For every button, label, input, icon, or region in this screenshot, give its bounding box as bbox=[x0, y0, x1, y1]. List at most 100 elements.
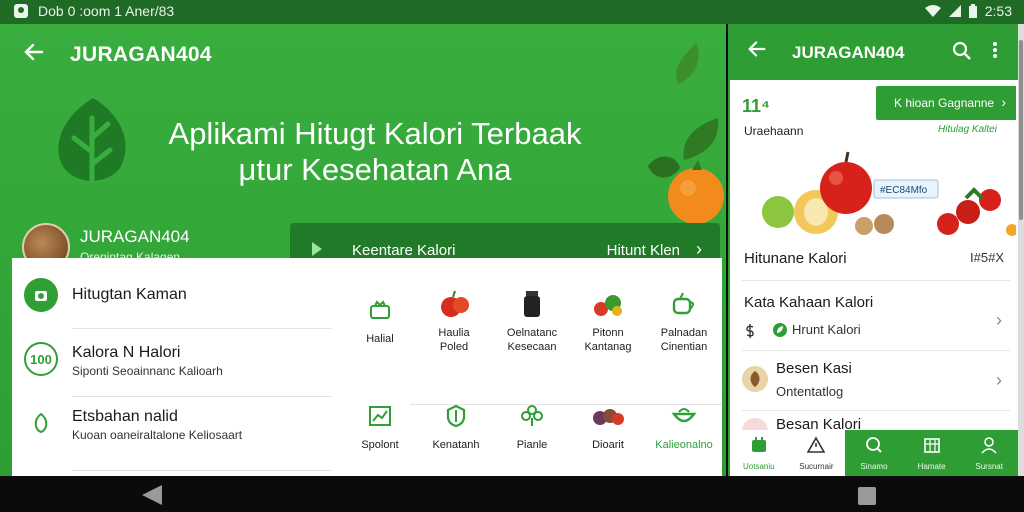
content-card: Hitugtan Kaman 100 Kalora N Halori Sipon… bbox=[12, 258, 722, 476]
chevron-right-icon: › bbox=[1001, 94, 1006, 110]
row-title: Kata Kahaan Kalori bbox=[744, 294, 874, 311]
list-item-title: Hitugtan Kaman bbox=[72, 286, 187, 303]
jar-icon bbox=[524, 291, 540, 317]
search-icon bbox=[866, 437, 882, 453]
row-title: Besen Kasi bbox=[776, 360, 852, 377]
feature-list: Hitugtan Kaman 100 Kalora N Halori Sipon… bbox=[12, 258, 342, 476]
category-haulia[interactable]: Haulia Poled bbox=[416, 286, 492, 366]
nav-label: Hamate bbox=[917, 462, 946, 471]
scale-icon bbox=[24, 278, 58, 312]
hero-line-1: Aplikami Hitugt Kalori Terbaak bbox=[168, 116, 582, 151]
more-menu-button[interactable] bbox=[992, 40, 998, 62]
status-time: 2:53 bbox=[984, 3, 1012, 19]
nav-label: Sinamo bbox=[860, 462, 888, 471]
category-kalieonalno[interactable]: Kalieonalno bbox=[646, 398, 722, 478]
signal-icon bbox=[948, 5, 961, 17]
list-item-etsbahan[interactable]: Etsbahan nalid Kuoan oaneiraltalone Keli… bbox=[22, 404, 342, 460]
divider bbox=[72, 328, 332, 329]
nav-label: Sursnat bbox=[975, 462, 1003, 471]
chart-icon bbox=[369, 406, 391, 426]
category-label: Kenatanh bbox=[432, 439, 480, 451]
chip-label: K hioan Gagnanne bbox=[894, 96, 995, 110]
category-label: Oelnatanc Kesecaan bbox=[506, 327, 558, 353]
nav-item-sinamo[interactable]: Sinamo bbox=[845, 430, 903, 476]
apple-icon bbox=[441, 290, 469, 317]
divider bbox=[72, 396, 332, 397]
list-item-kalora[interactable]: 100 Kalora N Halori Siponti Seoainnanc K… bbox=[22, 340, 342, 396]
side-title: JURAGAN404 bbox=[792, 43, 905, 62]
side-list-item-besen[interactable]: Besen Kasi Ontentatlog › bbox=[730, 354, 1018, 414]
side-back-button[interactable] bbox=[746, 38, 768, 66]
fruit-price-tag: #EC84Mfo bbox=[880, 185, 928, 196]
warning-icon bbox=[807, 436, 826, 453]
category-pitonn[interactable]: Pitonn Kantanag bbox=[570, 286, 646, 366]
list-item-subtitle: Siponti Seoainnanc Kalioarh bbox=[72, 364, 223, 378]
hero-line-2: μtur Kesehatan Ana bbox=[238, 152, 512, 187]
app-screen: Dob 0 :oom 1 Aner/83 2:53 JURAGAN404 Apl… bbox=[0, 0, 1024, 512]
section-title: Hitunane Kalori bbox=[744, 250, 847, 267]
category-label: Pianle bbox=[516, 439, 548, 451]
list-item-title: Kalora N Halori bbox=[72, 344, 181, 361]
side-app-bar: JURAGAN404 bbox=[730, 24, 1018, 80]
divider bbox=[742, 410, 1010, 411]
category-label: Kalieonalno bbox=[655, 439, 713, 451]
back-button[interactable] bbox=[22, 40, 48, 66]
system-navigation-bar bbox=[0, 476, 1024, 512]
category-dioarit[interactable]: Dioarit bbox=[570, 398, 646, 478]
item-count: 11⁴ bbox=[742, 96, 770, 116]
leaf-icon bbox=[24, 406, 58, 440]
nav-label: Uotsaniu bbox=[743, 462, 775, 471]
hero-headline: Aplikami Hitugt Kalori Terbaak μtur Kese… bbox=[150, 116, 600, 188]
list-item-title: Etsbahan nalid bbox=[72, 408, 178, 425]
shield-icon bbox=[446, 404, 466, 428]
row-subtitle: Hrunt Kalori bbox=[792, 322, 861, 337]
system-back-button[interactable] bbox=[142, 485, 162, 505]
section-header: Hitunane Kalori I#5#X bbox=[730, 244, 1018, 284]
category-grid: Halial Haulia Poled Oelnatanc Kesecaan P… bbox=[342, 258, 722, 476]
app-title: JURAGAN404 bbox=[70, 43, 212, 66]
calorie-calculator-label: Keentare Kalori bbox=[352, 242, 456, 259]
category-oelnatanc[interactable]: Oelnatanc Kesecaan bbox=[494, 286, 570, 366]
grid-icon bbox=[923, 438, 940, 453]
bowl-icon bbox=[671, 408, 697, 423]
category-pianle[interactable]: Pianle bbox=[494, 398, 570, 478]
arrow-left-icon bbox=[24, 43, 44, 61]
play-icon bbox=[312, 242, 322, 256]
category-chip[interactable]: K hioan Gagnanne › bbox=[876, 86, 1016, 120]
category-palnadan[interactable]: Palnadan Cinentian bbox=[646, 286, 722, 366]
divider bbox=[742, 280, 1010, 281]
category-spolont[interactable]: Spolont bbox=[342, 398, 418, 478]
system-recents-button[interactable] bbox=[858, 487, 876, 505]
search-button[interactable] bbox=[952, 41, 974, 63]
berries-icon bbox=[593, 409, 624, 425]
status-text: Dob 0 :oom 1 Aner/83 bbox=[38, 3, 175, 19]
calculate-action-label: Hitunt Klen bbox=[606, 242, 680, 259]
clover-icon bbox=[521, 405, 543, 426]
list-item-hitugtan[interactable]: Hitugtan Kaman bbox=[22, 276, 342, 332]
status-bar: Dob 0 :oom 1 Aner/83 2:53 bbox=[0, 0, 1024, 24]
profile-icon bbox=[981, 437, 997, 454]
scrollbar-thumb[interactable] bbox=[1019, 40, 1023, 220]
notification-app-icon bbox=[14, 4, 28, 18]
nav-item-hamate[interactable]: Hamate bbox=[902, 430, 961, 476]
dollar-icon bbox=[746, 324, 754, 338]
category-kenatanh[interactable]: Kenatanh bbox=[418, 398, 494, 478]
orange-fruit-illustration bbox=[648, 44, 724, 224]
100-badge-icon: 100 bbox=[24, 342, 58, 376]
leaf-badge-icon bbox=[773, 323, 787, 337]
battery-icon bbox=[968, 4, 977, 18]
list-item-subtitle: Kuoan oaneiraltalone Keliosaart bbox=[72, 428, 243, 442]
nav-item-sucurnair[interactable]: Sucurnair bbox=[787, 430, 846, 476]
category-label: Haulia Poled bbox=[438, 327, 470, 353]
arrow-left-icon bbox=[748, 41, 766, 57]
nav-item-sursnat[interactable]: Sursnat bbox=[960, 430, 1018, 476]
divider bbox=[742, 350, 1010, 351]
calendar-icon bbox=[751, 437, 766, 452]
fruits-illustration: #EC84Mfo bbox=[762, 151, 1016, 236]
nav-item-uotsaniu[interactable]: Uotsaniu bbox=[730, 430, 788, 476]
side-list-item-kata[interactable]: Kata Kahaan Kalori Hrunt Kalori › bbox=[730, 288, 1018, 352]
category-label: Palnadan Cinentian bbox=[660, 327, 708, 353]
category-halial[interactable]: Halial bbox=[342, 292, 418, 372]
leaf-avatar bbox=[742, 366, 768, 392]
category-label: Spolont bbox=[361, 439, 399, 451]
